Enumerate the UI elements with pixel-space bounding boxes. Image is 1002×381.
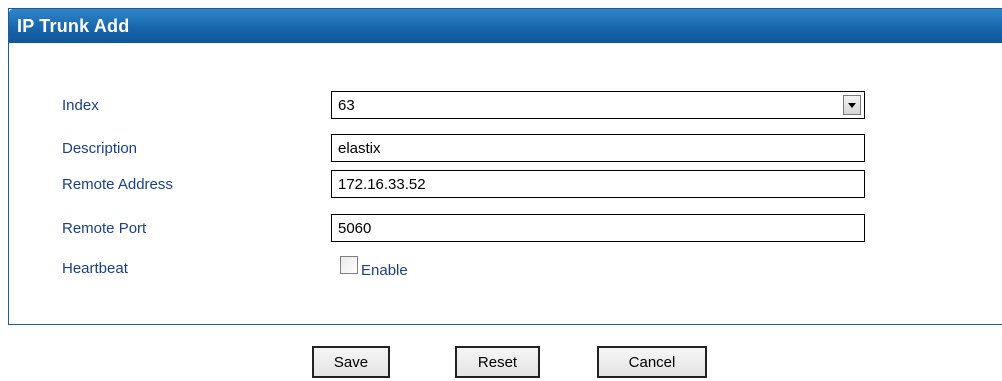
heartbeat-label: Heartbeat (62, 260, 128, 277)
panel-titlebar: IP Trunk Add (9, 9, 1002, 43)
description-row: Description (9, 134, 1002, 164)
remote-port-row: Remote Port (9, 214, 1002, 244)
reset-button[interactable]: Reset (455, 346, 540, 378)
index-row: Index 63 (9, 91, 1002, 121)
index-label: Index (62, 97, 99, 114)
chevron-down-icon[interactable] (843, 95, 861, 115)
index-select[interactable]: 63 (331, 91, 865, 119)
remote-address-field[interactable] (331, 170, 865, 198)
save-button[interactable]: Save (312, 346, 390, 378)
remote-port-field[interactable] (331, 214, 865, 242)
panel-title: IP Trunk Add (17, 16, 130, 36)
remote-port-label: Remote Port (62, 220, 147, 237)
index-select-value: 63 (338, 97, 355, 114)
remote-address-label: Remote Address (62, 176, 173, 193)
ip-trunk-add-panel: IP Trunk Add Index 63 Description Remote… (8, 8, 1002, 325)
description-label: Description (62, 140, 138, 157)
cancel-button[interactable]: Cancel (597, 346, 707, 378)
heartbeat-row: Heartbeat Enable (9, 254, 1002, 284)
heartbeat-enable-checkbox[interactable] (340, 256, 358, 274)
remote-address-row: Remote Address (9, 170, 1002, 200)
heartbeat-enable-label[interactable]: Enable (361, 262, 408, 279)
description-field[interactable] (331, 134, 865, 162)
